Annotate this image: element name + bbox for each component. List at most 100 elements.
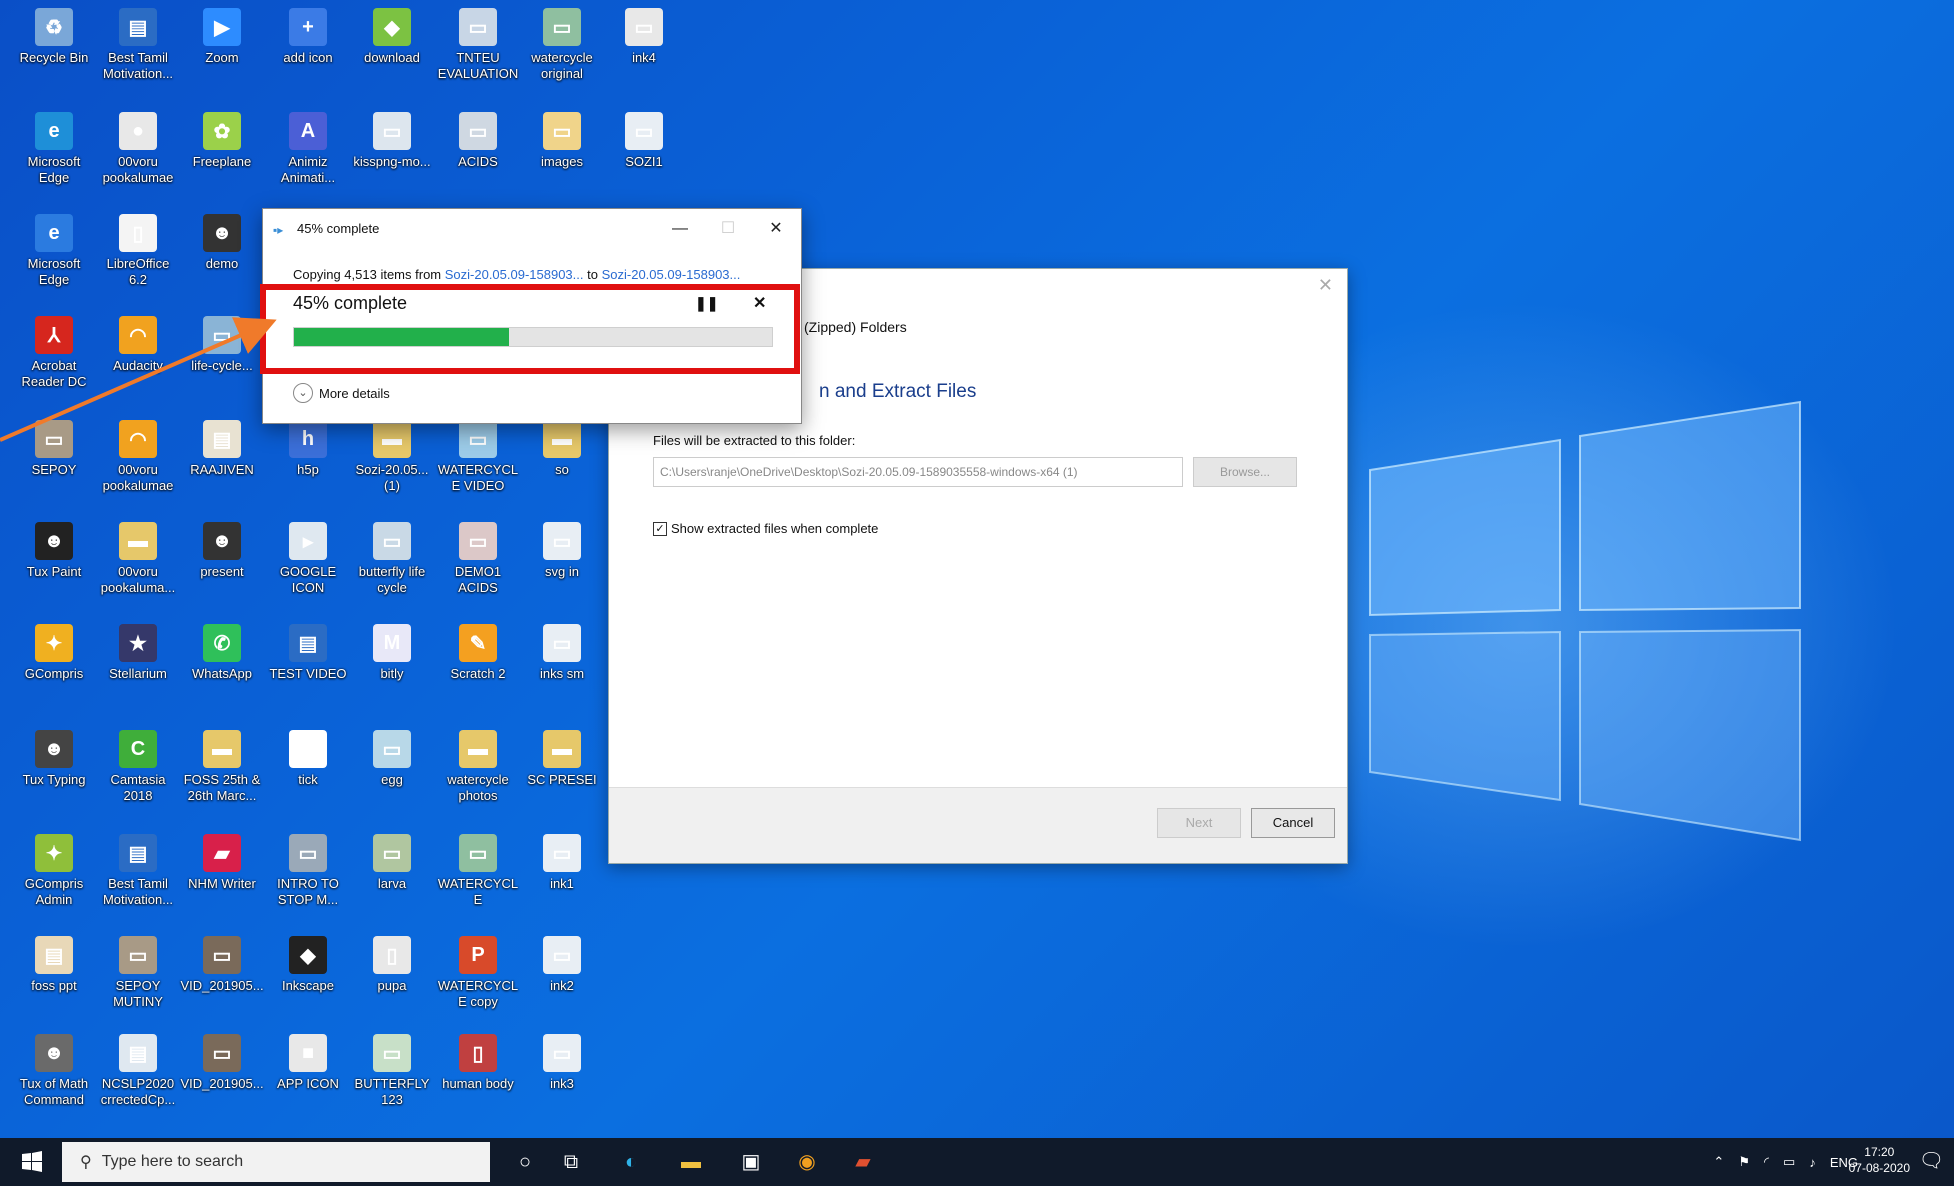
- desktop-icon[interactable]: ▤ RAAJIVEN: [180, 420, 264, 478]
- desktop-icon[interactable]: A Animiz Animati...: [266, 112, 350, 186]
- desktop-icon[interactable]: ▬ FOSS 25th & 26th Marc...: [180, 730, 264, 804]
- destination-link[interactable]: Sozi-20.05.09-158903...: [602, 267, 741, 282]
- cancel-copy-button[interactable]: ✕: [753, 293, 766, 313]
- desktop-icon[interactable]: ▭ inks sm: [520, 624, 604, 682]
- desktop-icon[interactable]: ▤ foss ppt: [12, 936, 96, 994]
- desktop-icon[interactable]: ▯ human body: [436, 1034, 520, 1092]
- desktop-icon[interactable]: ■ APP ICON: [266, 1034, 350, 1092]
- desktop-icon[interactable]: ▤ Best Tamil Motivation...: [96, 8, 180, 82]
- wizard-close-button[interactable]: ✕: [1318, 275, 1333, 296]
- powerpoint-icon[interactable]: ▰: [846, 1146, 880, 1178]
- desktop-icon[interactable]: ▬ 00voru pookaluma...: [96, 522, 180, 596]
- chevron-up-icon[interactable]: ⌃: [1713, 1154, 1724, 1170]
- show-extracted-checkbox[interactable]: ✓: [653, 521, 667, 536]
- edge-taskbar-icon[interactable]: ◐: [614, 1146, 648, 1178]
- windows-start-icon[interactable]: [14, 1148, 50, 1176]
- more-details-button[interactable]: ⌄ More details: [293, 383, 390, 403]
- file-explorer-icon[interactable]: ▬: [674, 1146, 708, 1178]
- battery-icon[interactable]: ▭: [1783, 1154, 1795, 1170]
- store-icon[interactable]: ▣: [734, 1146, 768, 1178]
- source-link[interactable]: Sozi-20.05.09-158903...: [445, 267, 584, 282]
- desktop-icon[interactable]: ◠ 00voru pookalumae: [96, 420, 180, 494]
- desktop-icon[interactable]: ☻ Tux Typing: [12, 730, 96, 788]
- desktop-icon[interactable]: ▭ TNTEU EVALUATION: [436, 8, 520, 82]
- desktop-icon[interactable]: ◆ download: [350, 8, 434, 66]
- desktop-icon[interactable]: ▤ TEST VIDEO: [266, 624, 350, 682]
- desktop-icon[interactable]: ▬ Sozi-20.05... (1): [350, 420, 434, 494]
- desktop-icon[interactable]: ▭ VID_201905...: [180, 936, 264, 994]
- desktop-icon[interactable]: ▭ egg: [350, 730, 434, 788]
- pause-button[interactable]: ❚❚: [695, 295, 718, 312]
- notification-icon[interactable]: 🗨: [1919, 1148, 1944, 1173]
- desktop-icon[interactable]: h h5p: [266, 420, 350, 478]
- desktop-icon[interactable]: ✓ tick: [266, 730, 350, 788]
- desktop-icon[interactable]: ▭ ink4: [602, 8, 686, 66]
- browse-button[interactable]: Browse...: [1193, 457, 1297, 487]
- desktop-icon[interactable]: ▭ WATERCYCLE: [436, 834, 520, 908]
- desktop-icon[interactable]: ♻ Recycle Bin: [12, 8, 96, 66]
- desktop-icon[interactable]: ▭ SEPOY: [12, 420, 96, 478]
- desktop-icon[interactable]: P WATERCYCLE copy: [436, 936, 520, 1010]
- volume-icon[interactable]: ♪: [1809, 1155, 1816, 1170]
- desktop-icon[interactable]: Mbitly: [350, 624, 434, 682]
- desktop-icon[interactable]: ✦ GCompris Admin: [12, 834, 96, 908]
- desktop-icon[interactable]: C Camtasia 2018: [96, 730, 180, 804]
- network-icon[interactable]: ⚑: [1738, 1154, 1750, 1170]
- wifi-icon[interactable]: ◜: [1764, 1154, 1769, 1170]
- clock[interactable]: 17:20 07-08-2020: [1849, 1144, 1910, 1176]
- desktop-icon[interactable]: ▭ ink2: [520, 936, 604, 994]
- desktop-icon[interactable]: ▭ ink1: [520, 834, 604, 892]
- desktop-icon[interactable]: ✿ Freeplane: [180, 112, 264, 170]
- close-button[interactable]: ✕: [759, 215, 793, 243]
- desktop-icon[interactable]: ▭ life-cycle...: [180, 316, 264, 374]
- desktop-icon[interactable]: ▭ ACIDS: [436, 112, 520, 170]
- show-extracted-checkbox-row[interactable]: ✓ Show extracted files when complete: [653, 521, 878, 536]
- task-view-icon[interactable]: ⧉: [554, 1146, 588, 1178]
- desktop-icon[interactable]: ◠ Audacity: [96, 316, 180, 374]
- desktop-icon[interactable]: ▬ SC PRESEI: [520, 730, 604, 788]
- desktop-icon[interactable]: ▯ LibreOffice 6.2: [96, 214, 180, 288]
- desktop-icon[interactable]: ▭ DEMO1 ACIDS: [436, 522, 520, 596]
- desktop-icon[interactable]: ▭ larva: [350, 834, 434, 892]
- desktop-icon[interactable]: ▬ watercycle photos: [436, 730, 520, 804]
- desktop-icon[interactable]: ✦ GCompris: [12, 624, 96, 682]
- next-button[interactable]: Next: [1157, 808, 1241, 838]
- desktop-icon[interactable]: ▬ so: [520, 420, 604, 478]
- desktop-icon[interactable]: ▭ VID_201905...: [180, 1034, 264, 1092]
- desktop-icon[interactable]: ▭ kisspng-mo...: [350, 112, 434, 170]
- desktop-icon[interactable]: ▭ BUTTERFLY 123: [350, 1034, 434, 1108]
- desktop-icon[interactable]: ▭ SOZI1: [602, 112, 686, 170]
- desktop-icon[interactable]: ▯ pupa: [350, 936, 434, 994]
- desktop-icon[interactable]: ▭ INTRO TO STOP M...: [266, 834, 350, 908]
- desktop-icon[interactable]: ☻ demo: [180, 214, 264, 272]
- desktop-icon[interactable]: ▭ SEPOY MUTINY: [96, 936, 180, 1010]
- desktop-icon[interactable]: ▤ Best Tamil Motivation...: [96, 834, 180, 908]
- desktop-icon[interactable]: ✆ WhatsApp: [180, 624, 264, 682]
- minimize-button[interactable]: —: [663, 215, 697, 243]
- desktop-icon[interactable]: ▶ Zoom: [180, 8, 264, 66]
- desktop-icon[interactable]: ★ Stellarium: [96, 624, 180, 682]
- desktop-icon[interactable]: ▭ butterfly life cycle: [350, 522, 434, 596]
- desktop-icon[interactable]: e Microsoft Edge: [12, 112, 96, 186]
- desktop-icon[interactable]: ▰ NHM Writer: [180, 834, 264, 892]
- cortana-icon[interactable]: ○: [508, 1146, 542, 1178]
- desktop-icon[interactable]: ▤ NCSLP2020 crrectedCp...: [96, 1034, 180, 1108]
- taskbar-search-input[interactable]: ⚲ Type here to search: [62, 1142, 490, 1182]
- desktop-icon[interactable]: ☻ Tux of Math Command: [12, 1034, 96, 1108]
- desktop-icon[interactable]: ▭ ink3: [520, 1034, 604, 1092]
- cancel-button[interactable]: Cancel: [1251, 808, 1335, 838]
- desktop-icon[interactable]: ● 00voru pookalumae: [96, 112, 180, 186]
- extract-path-input[interactable]: C:\Users\ranje\OneDrive\Desktop\Sozi-20.…: [653, 457, 1183, 487]
- desktop-icon[interactable]: ◆ Inkscape: [266, 936, 350, 994]
- desktop-icon[interactable]: ▸ GOOGLE ICON: [266, 522, 350, 596]
- desktop-icon[interactable]: e Microsoft Edge: [12, 214, 96, 288]
- desktop-icon[interactable]: ✎ Scratch 2: [436, 624, 520, 682]
- desktop-icon[interactable]: + add icon: [266, 8, 350, 66]
- desktop-icon[interactable]: ⅄ Acrobat Reader DC: [12, 316, 96, 390]
- chrome-icon[interactable]: ◉: [790, 1146, 824, 1178]
- desktop-icon[interactable]: ▭ WATERCYCLE VIDEO: [436, 420, 520, 494]
- dialog-titlebar[interactable]: ▪▸ 45% complete — ☐ ✕: [263, 209, 801, 249]
- desktop-icon[interactable]: ▭ svg in: [520, 522, 604, 580]
- desktop-icon[interactable]: ▭ watercycle original: [520, 8, 604, 82]
- desktop-icon[interactable]: ☻ Tux Paint: [12, 522, 96, 580]
